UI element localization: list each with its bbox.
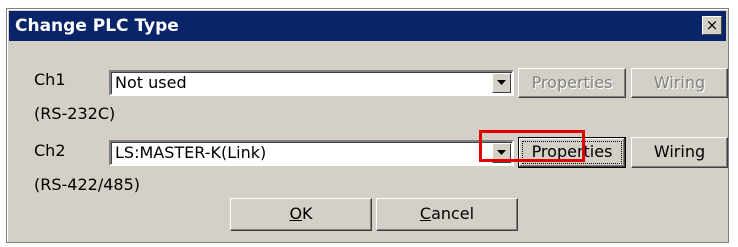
ch2-wiring-button[interactable]: Wiring <box>631 137 728 168</box>
ok-accelerator: O <box>289 204 303 223</box>
chevron-down-icon <box>497 80 506 85</box>
dialog-title: Change PLC Type <box>15 16 179 36</box>
cancel-accelerator: C <box>419 204 432 223</box>
ch1-plc-select[interactable]: Not used <box>109 70 514 96</box>
ch1-dropdown-button[interactable] <box>492 73 511 93</box>
ch1-wiring-button[interactable]: Wiring <box>631 68 728 98</box>
ok-label-rest: K <box>302 204 313 223</box>
ch2-label: Ch2 <box>34 141 66 160</box>
ch1-properties-button[interactable]: Properties <box>518 68 626 98</box>
close-icon: × <box>705 16 719 34</box>
ok-button[interactable]: OK <box>230 198 372 231</box>
cancel-label-rest: ancel <box>431 204 475 223</box>
ch2-interface-label: (RS-422/485) <box>34 175 140 194</box>
cancel-button[interactable]: Cancel <box>376 198 518 231</box>
ch1-interface-label: (RS-232C) <box>34 104 116 123</box>
ch2-plc-select[interactable]: LS:MASTER-K(Link) <box>109 140 514 166</box>
ch2-selected-value: LS:MASTER-K(Link) <box>115 143 267 162</box>
title-bar[interactable]: Change PLC Type × <box>9 11 726 41</box>
ch1-selected-value: Not used <box>115 73 187 92</box>
ch1-label: Ch1 <box>34 70 66 89</box>
highlight-annotation <box>479 130 585 162</box>
close-button[interactable]: × <box>702 16 722 35</box>
